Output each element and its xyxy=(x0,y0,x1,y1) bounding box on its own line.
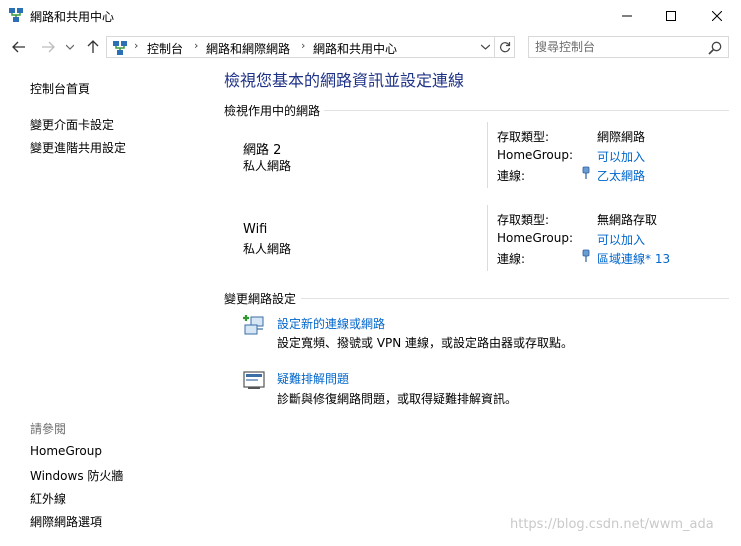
access-type-label: 存取類型: xyxy=(497,213,550,227)
access-type-value: 無網路存取 xyxy=(597,213,658,227)
homegroup-link[interactable]: 可以加入 xyxy=(597,148,645,165)
recent-locations-button[interactable] xyxy=(63,37,77,57)
arrow-up-icon xyxy=(87,40,99,53)
set-up-new-connection-description: 設定寬頻、撥號或 VPN 連線，或設定路由器或存取點。 xyxy=(277,336,574,350)
set-up-new-connection-link[interactable]: 設定新的連線或網路 xyxy=(277,315,385,332)
troubleshoot-problems-link[interactable]: 疑難排解問題 xyxy=(277,370,349,387)
connections-label: 連線: xyxy=(497,252,526,266)
access-type-value: 網際網路 xyxy=(597,130,646,144)
chevron-down-icon xyxy=(480,44,490,50)
network-name: 網路 2 xyxy=(243,143,282,158)
divider xyxy=(324,110,729,111)
see-also-link-windows-firewall[interactable]: Windows 防火牆 xyxy=(30,467,123,484)
arrow-left-icon xyxy=(12,41,25,53)
troubleshoot-icon xyxy=(243,371,265,389)
see-also-link-internet-options[interactable]: 網際網路選項 xyxy=(30,513,102,530)
close-button[interactable] xyxy=(694,0,740,31)
window-title: 網路和共用中心 xyxy=(30,10,115,24)
homegroup-label: HomeGroup: xyxy=(497,231,574,245)
sidebar-link-change-adapter-settings[interactable]: 變更介面卡設定 xyxy=(30,116,114,133)
refresh-icon xyxy=(499,42,511,53)
chevron-right-icon[interactable]: › xyxy=(301,39,305,52)
connections-label: 連線: xyxy=(497,169,526,183)
network-center-icon xyxy=(9,8,23,22)
access-type-label: 存取類型: xyxy=(497,130,550,144)
ethernet-icon xyxy=(582,249,590,262)
connection-link-local-area[interactable]: 區域連線* 13 xyxy=(597,250,670,267)
see-also-link-infrared[interactable]: 紅外線 xyxy=(30,490,66,507)
forward-button[interactable] xyxy=(38,37,58,57)
divider xyxy=(487,205,488,271)
maximize-button[interactable] xyxy=(648,0,694,31)
troubleshoot-problems-description: 診斷與修復網路問題，或取得疑難排解資訊。 xyxy=(277,392,518,406)
search-icon[interactable] xyxy=(707,40,723,56)
watermark: https://blog.csdn.net/wwm_ada xyxy=(510,517,714,532)
maximize-icon xyxy=(666,10,676,21)
chevron-right-icon[interactable]: › xyxy=(194,39,198,52)
sidebar-link-change-advanced-sharing[interactable]: 變更進階共用設定 xyxy=(30,139,126,156)
refresh-button[interactable] xyxy=(496,39,514,55)
search-input[interactable] xyxy=(535,39,705,55)
change-settings-title: 變更網路設定 xyxy=(224,292,297,306)
title-bar: 網路和共用中心 xyxy=(0,0,741,31)
chevron-right-icon: › xyxy=(134,39,139,52)
up-button[interactable] xyxy=(83,37,103,57)
back-button[interactable] xyxy=(9,37,29,57)
breadcrumb-network-internet[interactable]: 網路和網際網路 xyxy=(206,40,290,57)
sidebar-link-control-panel-home[interactable]: 控制台首頁 xyxy=(30,80,90,97)
divider xyxy=(301,298,729,299)
divider xyxy=(494,37,495,57)
network-center-icon xyxy=(113,41,127,55)
address-dropdown-button[interactable] xyxy=(477,39,493,55)
ethernet-icon xyxy=(582,166,590,179)
active-networks-title: 檢視作用中的網路 xyxy=(224,104,321,118)
connection-link-ethernet[interactable]: 乙太網路 xyxy=(597,167,645,184)
see-also-heading: 請參閱 xyxy=(30,422,67,436)
page-title: 檢視您基本的網路資訊並設定連線 xyxy=(224,71,465,90)
arrow-right-icon xyxy=(42,41,55,53)
search-box[interactable] xyxy=(528,36,729,58)
network-name: Wifi xyxy=(243,222,268,237)
address-bar[interactable]: › 控制台 › 網路和網際網路 › 網路和共用中心 xyxy=(106,36,515,58)
divider xyxy=(487,122,488,188)
minimize-button[interactable] xyxy=(604,0,650,31)
chevron-down-icon xyxy=(66,44,74,50)
minimize-icon xyxy=(622,15,632,16)
breadcrumb-control-panel[interactable]: 控制台 xyxy=(147,40,183,57)
see-also-link-homegroup[interactable]: HomeGroup xyxy=(30,444,102,458)
breadcrumb-network-sharing-center[interactable]: 網路和共用中心 xyxy=(313,40,397,57)
homegroup-label: HomeGroup: xyxy=(497,148,574,162)
homegroup-link[interactable]: 可以加入 xyxy=(597,231,645,248)
new-connection-icon xyxy=(243,315,264,335)
network-category: 私人網路 xyxy=(243,159,292,173)
network-category: 私人網路 xyxy=(243,242,292,256)
close-icon xyxy=(712,10,722,21)
